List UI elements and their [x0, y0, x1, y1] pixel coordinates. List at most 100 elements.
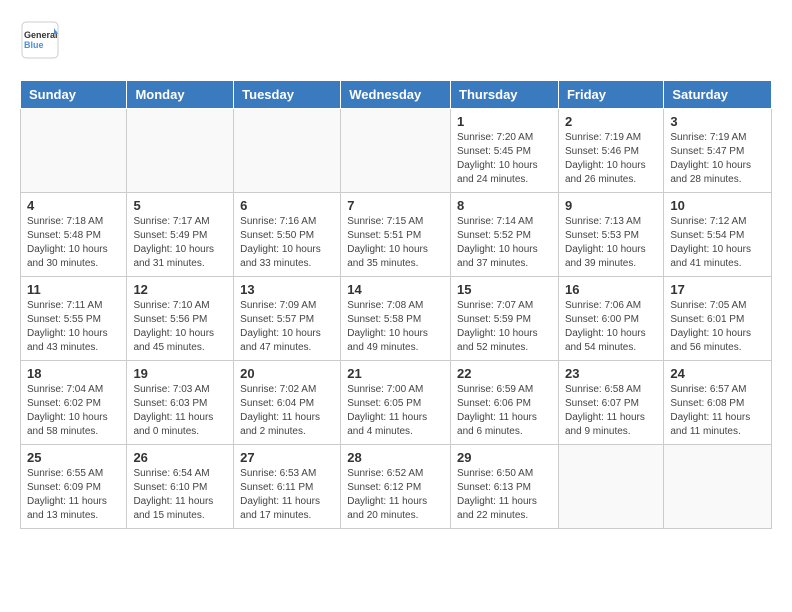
day-number: 16 [565, 282, 657, 297]
calendar-cell [127, 109, 234, 193]
calendar-cell [341, 109, 451, 193]
calendar-cell: 21 Sunrise: 7:00 AM Sunset: 6:05 PM Dayli… [341, 361, 451, 445]
day-info: Sunrise: 7:06 AM Sunset: 6:00 PM Dayligh… [565, 299, 657, 355]
calendar-cell: 1 Sunrise: 7:20 AM Sunset: 5:45 PM Daylig… [451, 109, 559, 193]
day-number: 24 [670, 366, 765, 381]
day-number: 12 [133, 282, 227, 297]
day-info: Sunrise: 7:02 AM Sunset: 6:04 PM Dayligh… [240, 383, 334, 439]
calendar-cell: 18 Sunrise: 7:04 AM Sunset: 6:02 PM Dayli… [21, 361, 127, 445]
day-number: 17 [670, 282, 765, 297]
day-number: 9 [565, 198, 657, 213]
calendar-cell: 12 Sunrise: 7:10 AM Sunset: 5:56 PM Dayli… [127, 277, 234, 361]
calendar-cell: 14 Sunrise: 7:08 AM Sunset: 5:58 PM Dayli… [341, 277, 451, 361]
day-number: 3 [670, 114, 765, 129]
day-number: 21 [347, 366, 444, 381]
day-number: 8 [457, 198, 552, 213]
calendar-cell: 25 Sunrise: 6:55 AM Sunset: 6:09 PM Dayli… [21, 445, 127, 529]
day-info: Sunrise: 7:04 AM Sunset: 6:02 PM Dayligh… [27, 383, 120, 439]
weekday-header-sunday: Sunday [21, 81, 127, 109]
logo: General Blue [20, 20, 60, 65]
calendar-cell: 28 Sunrise: 6:52 AM Sunset: 6:12 PM Dayli… [341, 445, 451, 529]
day-number: 5 [133, 198, 227, 213]
logo-icon: General Blue [20, 20, 60, 60]
day-number: 10 [670, 198, 765, 213]
day-number: 4 [27, 198, 120, 213]
day-number: 28 [347, 450, 444, 465]
calendar-cell: 16 Sunrise: 7:06 AM Sunset: 6:00 PM Dayli… [558, 277, 663, 361]
calendar-cell: 19Sunrise: 7:03 AM Sunset: 6:03 PM Dayli… [127, 361, 234, 445]
calendar-table: SundayMondayTuesdayWednesdayThursdayFrid… [20, 80, 772, 529]
day-info: Sunrise: 6:54 AM Sunset: 6:10 PM Dayligh… [133, 467, 227, 523]
day-info: Sunrise: 7:12 AM Sunset: 5:54 PM Dayligh… [670, 215, 765, 271]
calendar-cell: 13Sunrise: 7:09 AM Sunset: 5:57 PM Dayli… [234, 277, 341, 361]
day-info: Sunrise: 7:16 AM Sunset: 5:50 PM Dayligh… [240, 215, 334, 271]
calendar-cell: 20 Sunrise: 7:02 AM Sunset: 6:04 PM Dayli… [234, 361, 341, 445]
weekday-header-saturday: Saturday [664, 81, 772, 109]
day-info: Sunrise: 7:08 AM Sunset: 5:58 PM Dayligh… [347, 299, 444, 355]
day-number: 20 [240, 366, 334, 381]
week-row-3: 11 Sunrise: 7:11 AM Sunset: 5:55 PM Dayli… [21, 277, 772, 361]
day-number: 1 [457, 114, 552, 129]
day-info: Sunrise: 7:15 AM Sunset: 5:51 PM Dayligh… [347, 215, 444, 271]
calendar-cell: 8 Sunrise: 7:14 AM Sunset: 5:52 PM Daylig… [451, 193, 559, 277]
day-info: Sunrise: 6:58 AM Sunset: 6:07 PM Dayligh… [565, 383, 657, 439]
calendar-cell: 17Sunrise: 7:05 AM Sunset: 6:01 PM Dayli… [664, 277, 772, 361]
day-info: Sunrise: 6:50 AM Sunset: 6:13 PM Dayligh… [457, 467, 552, 523]
calendar-cell: 29Sunrise: 6:50 AM Sunset: 6:13 PM Dayli… [451, 445, 559, 529]
calendar-cell [558, 445, 663, 529]
day-info: Sunrise: 7:10 AM Sunset: 5:56 PM Dayligh… [133, 299, 227, 355]
day-info: Sunrise: 7:11 AM Sunset: 5:55 PM Dayligh… [27, 299, 120, 355]
week-row-1: 1 Sunrise: 7:20 AM Sunset: 5:45 PM Daylig… [21, 109, 772, 193]
day-number: 25 [27, 450, 120, 465]
calendar-cell: 7 Sunrise: 7:15 AM Sunset: 5:51 PM Daylig… [341, 193, 451, 277]
calendar-cell: 15 Sunrise: 7:07 AM Sunset: 5:59 PM Dayli… [451, 277, 559, 361]
svg-text:General: General [24, 30, 58, 40]
calendar-cell: 9 Sunrise: 7:13 AM Sunset: 5:53 PM Daylig… [558, 193, 663, 277]
calendar-cell: 3 Sunrise: 7:19 AM Sunset: 5:47 PM Daylig… [664, 109, 772, 193]
calendar-cell: 5 Sunrise: 7:17 AM Sunset: 5:49 PM Daylig… [127, 193, 234, 277]
day-number: 15 [457, 282, 552, 297]
calendar-cell: 2 Sunrise: 7:19 AM Sunset: 5:46 PM Daylig… [558, 109, 663, 193]
day-info: Sunrise: 7:19 AM Sunset: 5:46 PM Dayligh… [565, 131, 657, 187]
day-info: Sunrise: 7:14 AM Sunset: 5:52 PM Dayligh… [457, 215, 552, 271]
day-info: Sunrise: 7:13 AM Sunset: 5:53 PM Dayligh… [565, 215, 657, 271]
calendar-cell: 11 Sunrise: 7:11 AM Sunset: 5:55 PM Dayli… [21, 277, 127, 361]
calendar-cell [234, 109, 341, 193]
day-info: Sunrise: 6:53 AM Sunset: 6:11 PM Dayligh… [240, 467, 334, 523]
day-info: Sunrise: 7:19 AM Sunset: 5:47 PM Dayligh… [670, 131, 765, 187]
calendar-cell: 23 Sunrise: 6:58 AM Sunset: 6:07 PM Dayli… [558, 361, 663, 445]
calendar-cell: 22 Sunrise: 6:59 AM Sunset: 6:06 PM Dayli… [451, 361, 559, 445]
day-info: Sunrise: 7:20 AM Sunset: 5:45 PM Dayligh… [457, 131, 552, 187]
day-info: Sunrise: 6:57 AM Sunset: 6:08 PM Dayligh… [670, 383, 765, 439]
day-info: Sunrise: 7:00 AM Sunset: 6:05 PM Dayligh… [347, 383, 444, 439]
day-number: 19 [133, 366, 227, 381]
calendar-cell: 27 Sunrise: 6:53 AM Sunset: 6:11 PM Dayli… [234, 445, 341, 529]
calendar-cell: 4 Sunrise: 7:18 AM Sunset: 5:48 PM Daylig… [21, 193, 127, 277]
day-info: Sunrise: 7:17 AM Sunset: 5:49 PM Dayligh… [133, 215, 227, 271]
day-number: 23 [565, 366, 657, 381]
week-row-4: 18 Sunrise: 7:04 AM Sunset: 6:02 PM Dayli… [21, 361, 772, 445]
day-number: 14 [347, 282, 444, 297]
day-number: 2 [565, 114, 657, 129]
weekday-header-tuesday: Tuesday [234, 81, 341, 109]
day-number: 7 [347, 198, 444, 213]
day-number: 11 [27, 282, 120, 297]
day-info: Sunrise: 6:52 AM Sunset: 6:12 PM Dayligh… [347, 467, 444, 523]
day-info: Sunrise: 7:18 AM Sunset: 5:48 PM Dayligh… [27, 215, 120, 271]
day-info: Sunrise: 7:07 AM Sunset: 5:59 PM Dayligh… [457, 299, 552, 355]
weekday-header-thursday: Thursday [451, 81, 559, 109]
day-number: 13 [240, 282, 334, 297]
day-number: 18 [27, 366, 120, 381]
week-row-5: 25 Sunrise: 6:55 AM Sunset: 6:09 PM Dayli… [21, 445, 772, 529]
day-info: Sunrise: 6:55 AM Sunset: 6:09 PM Dayligh… [27, 467, 120, 523]
day-info: Sunrise: 6:59 AM Sunset: 6:06 PM Dayligh… [457, 383, 552, 439]
calendar-cell: 26Sunrise: 6:54 AM Sunset: 6:10 PM Dayli… [127, 445, 234, 529]
day-number: 22 [457, 366, 552, 381]
calendar-cell: 6Sunrise: 7:16 AM Sunset: 5:50 PM Daylig… [234, 193, 341, 277]
week-row-2: 4 Sunrise: 7:18 AM Sunset: 5:48 PM Daylig… [21, 193, 772, 277]
day-number: 27 [240, 450, 334, 465]
weekday-header-row: SundayMondayTuesdayWednesdayThursdayFrid… [21, 81, 772, 109]
weekday-header-wednesday: Wednesday [341, 81, 451, 109]
calendar-cell: 24 Sunrise: 6:57 AM Sunset: 6:08 PM Dayli… [664, 361, 772, 445]
calendar-cell [21, 109, 127, 193]
